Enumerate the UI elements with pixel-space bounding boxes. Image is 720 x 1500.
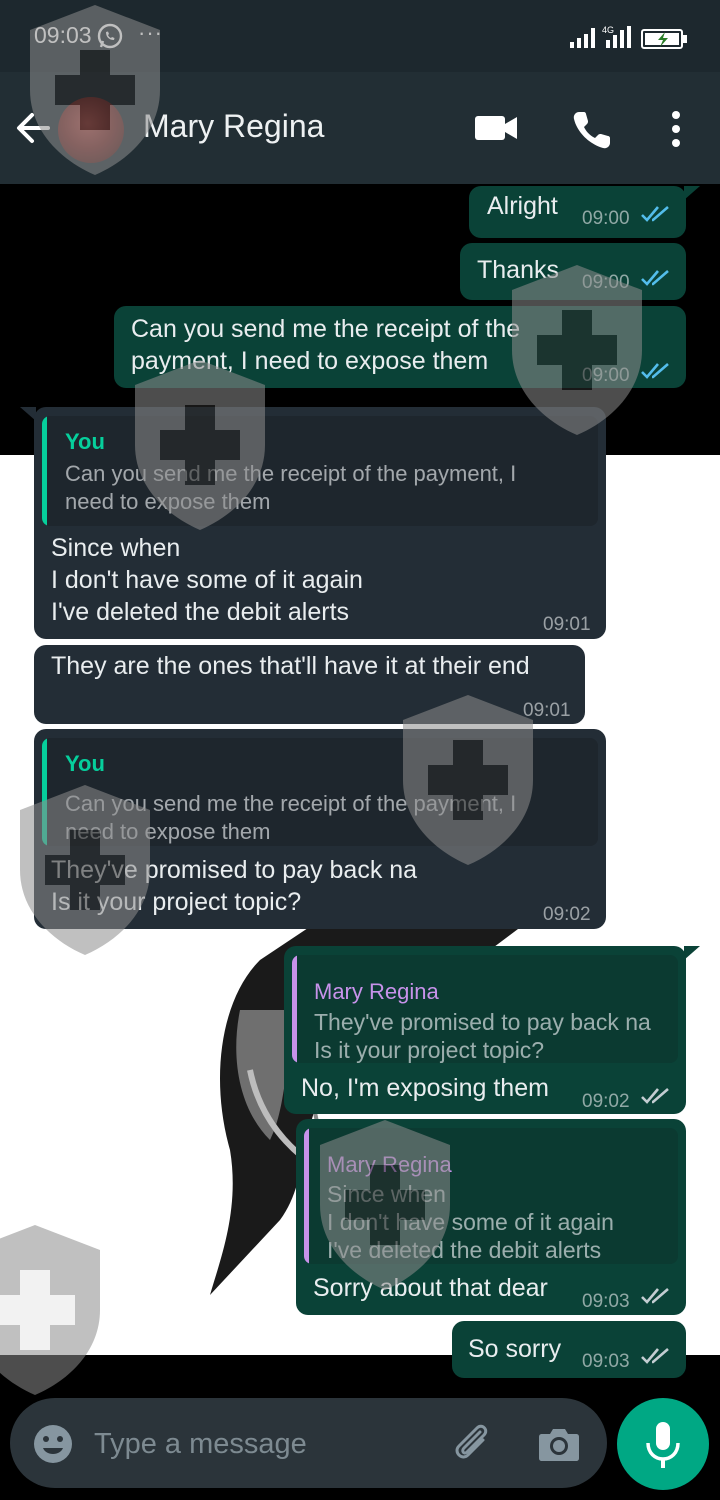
read-ticks-icon (641, 363, 669, 379)
paperclip-icon[interactable] (450, 1420, 494, 1464)
more-vertical-icon[interactable] (662, 108, 690, 150)
message-text: Alright (487, 192, 558, 220)
emoji-icon[interactable] (32, 1423, 74, 1465)
phone-icon[interactable] (570, 108, 614, 152)
message-bubble-outgoing[interactable]: Alright 09:00 (469, 186, 686, 238)
message-text: They've promised to pay back na Is it yo… (51, 856, 418, 916)
whatsapp-icon (97, 23, 123, 49)
quoted-message[interactable]: You Can you send me the receipt of the p… (42, 416, 598, 526)
delivered-ticks-icon (641, 1348, 669, 1364)
quote-text: Can you send me the receipt of the payme… (65, 791, 517, 844)
message-bubble-outgoing[interactable]: Mary Regina They've promised to pay back… (284, 946, 686, 1114)
message-time: 09:02 (582, 1091, 630, 1112)
message-time: 09:00 (582, 208, 630, 229)
signal-icon: 4G (570, 25, 631, 48)
svg-text:4G: 4G (602, 25, 614, 35)
quote-author: Mary Regina (327, 1152, 452, 1177)
message-time: 09:00 (582, 365, 630, 386)
chat-header: Mary Regina (0, 72, 720, 184)
quote-bar (304, 1128, 309, 1264)
message-time: 09:01 (543, 614, 591, 635)
contact-name[interactable]: Mary Regina (143, 108, 324, 145)
message-bubble-outgoing[interactable]: Mary Regina Since when I don't have some… (296, 1119, 686, 1315)
quote-bar (42, 416, 47, 526)
message-text: Since when I don't have some of it again… (51, 534, 363, 626)
message-text: Thanks (477, 256, 559, 284)
message-bubble-outgoing[interactable]: So sorry 09:03 (452, 1321, 686, 1378)
quote-author: You (65, 429, 105, 454)
bubble-tail (684, 946, 700, 960)
message-time: 09:03 (582, 1291, 630, 1312)
message-time: 09:02 (543, 904, 591, 925)
message-bubble-incoming[interactable]: They are the ones that'll have it at the… (34, 645, 585, 724)
quote-bar (292, 955, 297, 1063)
message-text: They are the ones that'll have it at the… (51, 652, 530, 680)
message-time: 09:00 (582, 272, 630, 293)
microphone-icon (646, 1422, 680, 1468)
read-ticks-icon (641, 206, 669, 222)
status-more-icon: ··· (138, 20, 163, 45)
quote-text: Can you send me the receipt of the payme… (65, 461, 517, 514)
delivered-ticks-icon (641, 1288, 669, 1304)
delivered-ticks-icon (641, 1088, 669, 1104)
arrow-left-icon[interactable] (14, 108, 52, 148)
message-time: 09:01 (523, 700, 571, 721)
video-camera-icon[interactable] (473, 112, 519, 144)
quote-text: Since when I don't have some of it again… (327, 1181, 614, 1263)
contact-avatar[interactable] (58, 97, 124, 163)
message-bubble-incoming[interactable]: You Can you send me the receipt of the p… (34, 407, 606, 639)
message-text: So sorry (468, 1335, 562, 1363)
quoted-message[interactable]: Mary Regina They've promised to pay back… (292, 955, 678, 1063)
message-composer (10, 1398, 607, 1488)
camera-icon[interactable] (538, 1424, 580, 1464)
message-bubble-outgoing[interactable]: Can you send me the receipt of the payme… (114, 306, 686, 388)
quote-author: You (65, 751, 105, 776)
quoted-message[interactable]: You Can you send me the receipt of the p… (42, 738, 598, 846)
battery-icon (641, 29, 687, 49)
microphone-button[interactable] (617, 1398, 709, 1490)
message-text: No, I'm exposing them (301, 1074, 549, 1102)
message-text: Sorry about that dear (313, 1274, 548, 1302)
message-text: Can you send me the receipt of the payme… (131, 315, 521, 375)
quote-text: They've promised to pay back na Is it yo… (314, 1009, 651, 1063)
read-ticks-icon (641, 270, 669, 286)
message-bubble-outgoing[interactable]: Thanks 09:00 (460, 243, 686, 300)
quote-bar (42, 738, 47, 846)
message-input[interactable] (94, 1423, 434, 1465)
message-bubble-incoming[interactable]: You Can you send me the receipt of the p… (34, 729, 606, 929)
message-time: 09:03 (582, 1351, 630, 1372)
status-bar: 09:03 ··· 4G (0, 0, 720, 72)
status-time: 09:03 (34, 22, 92, 48)
quoted-message[interactable]: Mary Regina Since when I don't have some… (304, 1128, 678, 1264)
quote-author: Mary Regina (314, 979, 439, 1004)
bubble-tail (684, 186, 700, 200)
